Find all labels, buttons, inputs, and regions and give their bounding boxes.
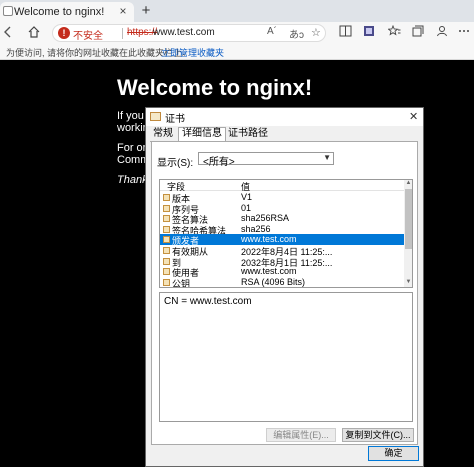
- field-row[interactable]: 颁发者 www.test.com: [160, 234, 404, 246]
- edit-properties-button[interactable]: 编辑属性(E)...: [266, 428, 336, 442]
- tab-certification-path[interactable]: 证书路径: [225, 128, 271, 142]
- field-value: sha256RSA: [241, 213, 290, 224]
- field-list[interactable]: 字段 值 版本 V1 序列号 01 签名算法 sha256RSA 签名哈希算法 sha256 颁…: [159, 179, 413, 288]
- field-value: RSA (4096 Bits): [241, 276, 306, 287]
- copy-to-file-button[interactable]: 复制到文件(C)...: [342, 428, 414, 442]
- field-value: 01: [241, 202, 252, 213]
- close-icon[interactable]: ✕: [409, 110, 418, 123]
- certificate-dialog: 证书 ✕ 常规 详细信息 证书路径 显示(S): <所有> ▼ 字段 值 版本 V…: [145, 107, 424, 467]
- tab-title: Welcome to nginx!: [14, 6, 105, 18]
- new-tab-icon[interactable]: +: [138, 3, 154, 19]
- tab-details[interactable]: 详细信息: [178, 127, 226, 142]
- field-name: 公钥: [172, 278, 191, 288]
- field-row[interactable]: 使用者 www.test.com: [160, 266, 404, 278]
- field-row[interactable]: 公钥 RSA (4096 Bits): [160, 276, 404, 288]
- tab-strip: Welcome to nginx! × +: [0, 0, 474, 22]
- field-value: www.test.com: [241, 234, 297, 245]
- field-value: V1: [241, 192, 253, 202]
- field-list-header: 字段 值: [160, 180, 404, 192]
- tab-general[interactable]: 常规: [150, 128, 176, 142]
- field-row[interactable]: 版本 V1: [160, 192, 404, 204]
- field-list-scrollbar[interactable]: ▲ ▼: [404, 180, 412, 287]
- home-icon[interactable]: [26, 25, 42, 41]
- field-row[interactable]: 序列号 01: [160, 202, 404, 215]
- dialog-tabs: 常规 详细信息 证书路径: [150, 127, 420, 142]
- security-label[interactable]: 不安全: [73, 27, 103, 42]
- tab-close-icon[interactable]: ×: [116, 4, 130, 18]
- collections-icon[interactable]: [410, 25, 426, 41]
- split-screen-icon[interactable]: [337, 25, 353, 41]
- ok-button[interactable]: 确定: [368, 446, 419, 461]
- field-icon: [163, 215, 170, 223]
- browser-tab[interactable]: Welcome to nginx! ×: [0, 2, 134, 22]
- url-host: www.test.com: [153, 27, 215, 38]
- page-paragraph-1-line-1: If you: [117, 110, 144, 122]
- field-icon: [163, 236, 170, 244]
- field-value-box[interactable]: CN = www.test.com: [159, 292, 413, 422]
- profile-icon[interactable]: [434, 25, 450, 41]
- scroll-down-icon[interactable]: ▼: [404, 279, 412, 287]
- show-dropdown[interactable]: <所有> ▼: [198, 152, 334, 168]
- page-title: Welcome to nginx!: [117, 75, 313, 100]
- show-label: 显示(S):: [157, 158, 194, 169]
- field-row[interactable]: 签名算法 sha256RSA: [160, 213, 404, 225]
- details-panel: 显示(S): <所有> ▼ 字段 值 版本 V1 序列号 01 签名算法 sha256RS…: [151, 141, 418, 445]
- extension-icon[interactable]: [361, 25, 377, 41]
- back-arrow-icon[interactable]: [0, 25, 16, 41]
- read-aloud-icon[interactable]: A´: [267, 26, 277, 37]
- certificate-icon: [150, 112, 161, 121]
- more-menu-icon[interactable]: [456, 25, 472, 41]
- field-icon: [163, 204, 170, 212]
- field-value-text: CN = www.test.com: [164, 296, 252, 307]
- page-thanks-line: Thank: [117, 174, 148, 186]
- field-value: www.test.com: [241, 266, 297, 277]
- field-icon: [163, 278, 170, 286]
- address-divider: [122, 28, 123, 39]
- warning-icon[interactable]: !: [58, 27, 70, 39]
- favorite-star-icon[interactable]: ☆: [311, 26, 321, 39]
- field-icon: [163, 247, 170, 254]
- field-icon: [163, 268, 170, 276]
- field-row[interactable]: 有效期从 2022年8月4日 11:25:...: [160, 245, 404, 257]
- chevron-down-icon: ▼: [323, 153, 331, 162]
- manage-favorites-link[interactable]: 立即管理收藏夹: [161, 46, 224, 59]
- browser-toolbar: ! 不安全 https:// www.test.com A´ あɔ ☆: [0, 22, 474, 44]
- address-bar[interactable]: ! 不安全 https:// www.test.com A´ あɔ ☆: [52, 24, 326, 42]
- field-row[interactable]: 签名哈希算法 sha256: [160, 223, 404, 236]
- scroll-up-icon[interactable]: ▲: [404, 180, 412, 188]
- translate-icon[interactable]: あɔ: [289, 26, 304, 41]
- show-dropdown-value: <所有>: [203, 157, 235, 168]
- dialog-titlebar[interactable]: 证书 ✕: [146, 108, 423, 126]
- page-favicon-icon: [3, 6, 13, 16]
- dialog-title: 证书: [165, 114, 185, 125]
- field-value: sha256: [241, 223, 271, 234]
- favorites-icon[interactable]: [386, 24, 402, 41]
- field-icon: [163, 194, 170, 201]
- field-icon: [163, 225, 170, 233]
- scroll-thumb[interactable]: [405, 189, 412, 249]
- favorites-bar: 为便访问, 请将你的网址收藏在此收藏夹栏上。 立即管理收藏夹: [0, 44, 474, 60]
- field-row[interactable]: 到 2032年8月1日 11:25:...: [160, 256, 404, 268]
- field-icon: [163, 257, 170, 265]
